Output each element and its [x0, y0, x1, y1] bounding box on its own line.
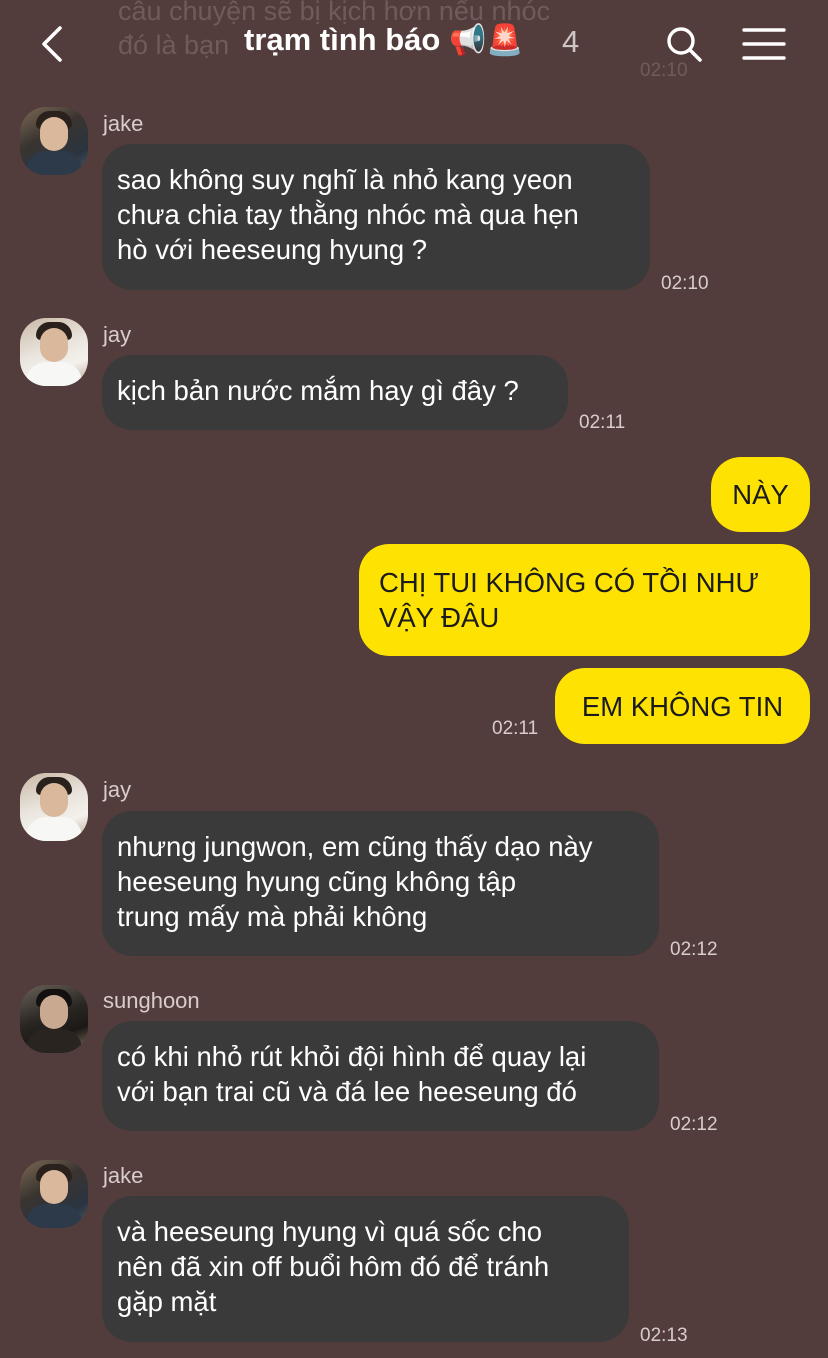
sender-name: jake	[103, 111, 144, 136]
outgoing-message-bubble[interactable]: NÀY	[711, 457, 810, 532]
message-line: với bạn trai cũ và đá lee heeseung đó	[117, 1076, 577, 1107]
sender-name: jake	[103, 1163, 144, 1188]
message-line: nhưng jungwon, em cũng thấy dạo này	[117, 831, 593, 862]
message-line: hò với heeseung hyung ?	[117, 234, 428, 265]
chat-title-text: trạm tình báo	[244, 22, 441, 57]
message-timestamp: 02:12	[670, 939, 718, 960]
title-emoji: 📢🚨	[448, 24, 524, 57]
avatar-jay[interactable]	[20, 318, 88, 386]
outgoing-message-bubble[interactable]: CHỊ TUI KHÔNG CÓ TỒI NHƯ VẬY ĐÂU	[359, 544, 810, 656]
menu-icon	[742, 28, 786, 60]
message-line: nên đã xin off buổi hôm đó để tránh	[117, 1251, 550, 1282]
message-timestamp: 02:12	[670, 1114, 718, 1135]
sender-name: sunghoon	[103, 988, 200, 1013]
message-line: VẬY ĐÂU	[379, 602, 500, 633]
search-icon	[667, 27, 702, 62]
message-timestamp: 02:11	[492, 718, 539, 739]
message-line: NÀY	[732, 479, 789, 510]
search-button[interactable]	[664, 24, 704, 64]
back-icon	[42, 26, 62, 62]
avatar-jake[interactable]	[20, 107, 88, 175]
sender-name: jay	[103, 777, 132, 802]
message-bubble[interactable]: có khi nhỏ rút khỏi đội hình để quay lại…	[102, 1021, 659, 1131]
chat-header: trạm tình báo 📢🚨 4	[0, 0, 828, 90]
message-bubble[interactable]: và heeseung hyung vì quá sốc cho nên đã …	[102, 1196, 629, 1342]
message-line: có khi nhỏ rút khỏi đội hình để quay lại	[117, 1041, 587, 1072]
avatar-jay[interactable]	[20, 773, 88, 841]
chat-title[interactable]: trạm tình báo 📢🚨	[244, 22, 524, 58]
message-line: CHỊ TUI KHÔNG CÓ TỒI NHƯ	[379, 567, 759, 598]
avatar-jake[interactable]	[20, 1160, 88, 1228]
menu-button[interactable]	[742, 26, 786, 62]
back-button[interactable]	[36, 24, 76, 64]
message-line: trung mấy mà phải không	[117, 901, 428, 932]
message-line: gặp mặt	[117, 1286, 217, 1317]
message-timestamp: 02:13	[640, 1325, 688, 1346]
sender-name: jay	[103, 322, 132, 347]
message-timestamp: 02:11	[579, 412, 626, 433]
message-line: chưa chia tay thằng nhóc mà qua hẹn	[117, 199, 579, 230]
message-timestamp: 02:10	[661, 273, 709, 294]
message-line: sao không suy nghĩ là nhỏ kang yeon	[117, 164, 573, 195]
message-line: EM KHÔNG TIN	[581, 690, 784, 722]
message-line: heeseung hyung cũng không tập	[117, 866, 517, 897]
message-line: và heeseung hyung vì quá sốc cho	[117, 1216, 543, 1247]
message-line: kịch bản nước mắm hay gì đây ?	[117, 375, 519, 406]
message-bubble[interactable]: kịch bản nước mắm hay gì đây ?	[102, 355, 568, 430]
member-count[interactable]: 4	[562, 24, 579, 60]
message-bubble[interactable]: nhưng jungwon, em cũng thấy dạo này hees…	[102, 811, 659, 956]
avatar-sunghoon[interactable]	[20, 985, 88, 1053]
message-bubble[interactable]: sao không suy nghĩ là nhỏ kang yeon chưa…	[102, 144, 650, 290]
outgoing-message-bubble[interactable]: EM KHÔNG TIN	[555, 668, 810, 744]
